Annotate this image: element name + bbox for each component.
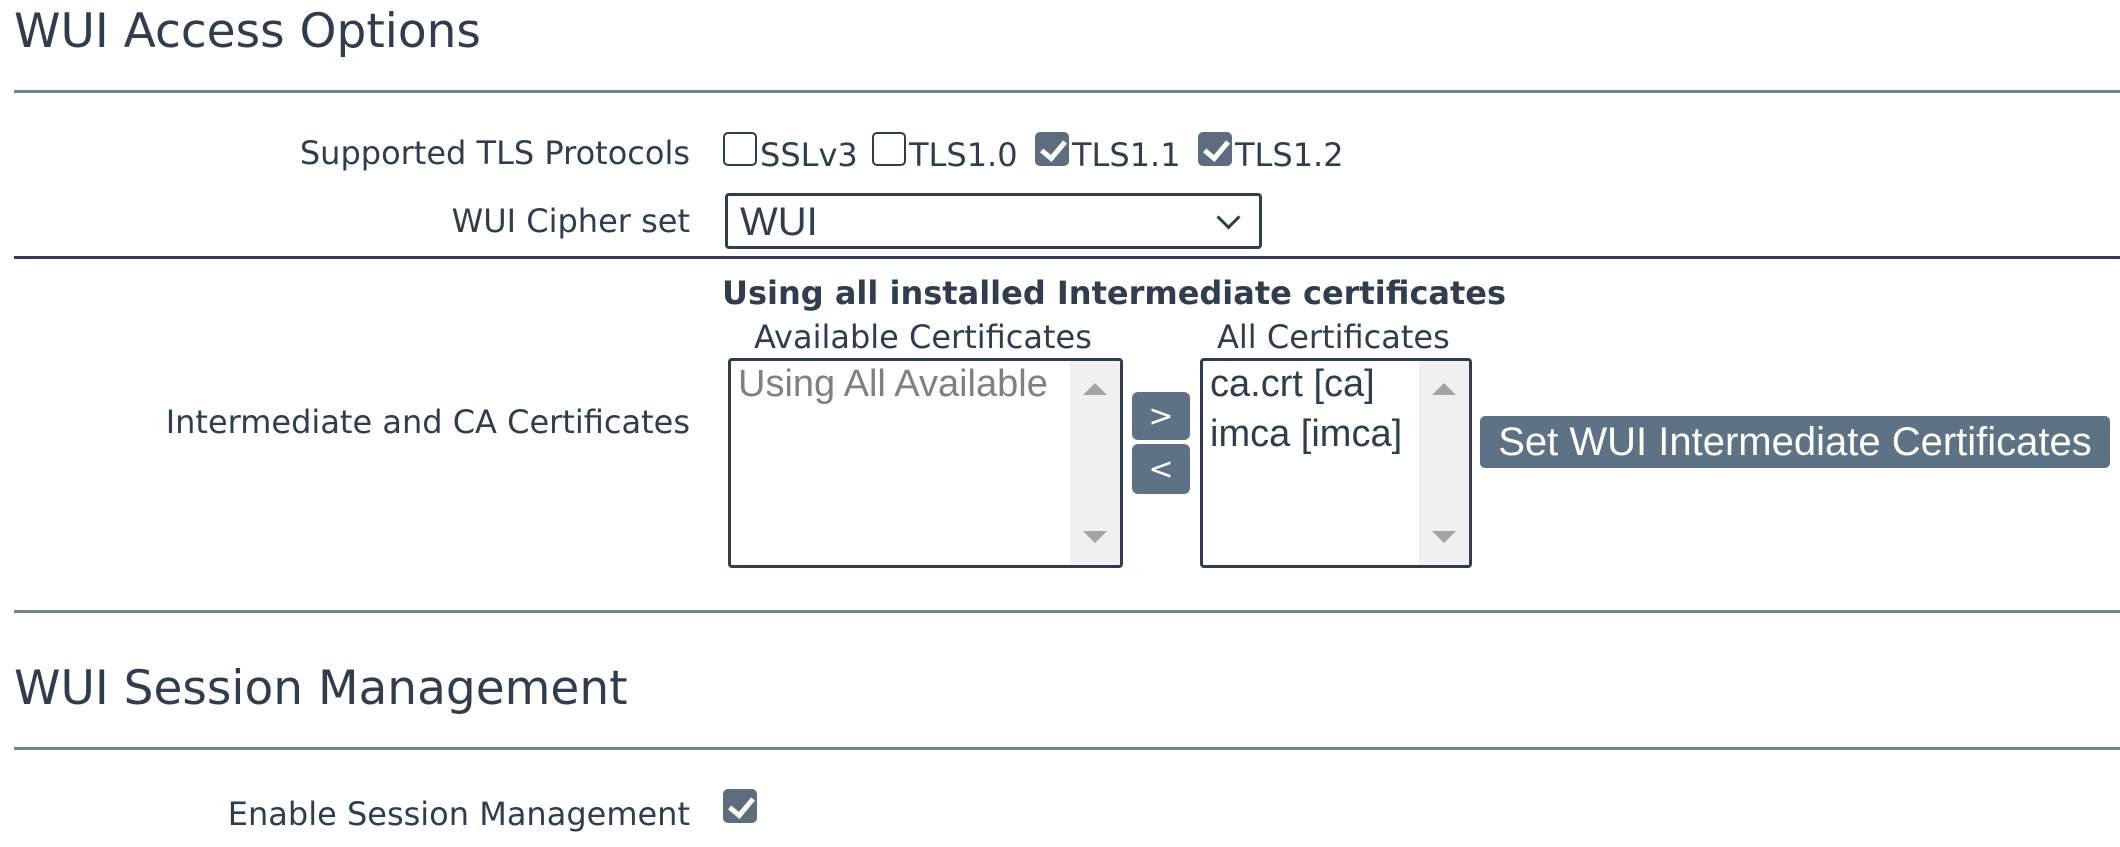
sslv3-checkbox[interactable] xyxy=(723,132,757,166)
scroll-down-icon[interactable] xyxy=(1432,531,1456,543)
enable-session-checkbox[interactable] xyxy=(723,789,757,823)
scroll-up-icon[interactable] xyxy=(1432,383,1456,395)
access-section-title: WUI Access Options xyxy=(14,4,481,59)
add-cert-button[interactable]: > xyxy=(1132,392,1190,440)
tls10-checkbox[interactable] xyxy=(872,132,906,166)
certs-label: Intermediate and CA Certificates xyxy=(165,403,690,441)
list-item[interactable]: Using All Available xyxy=(738,363,1048,406)
scroll-down-icon[interactable] xyxy=(1083,531,1107,543)
all-certs-listbox[interactable]: ca.crt [ca] imca [imca] xyxy=(1200,358,1472,568)
tls11-label: TLS1.1 xyxy=(1072,136,1181,174)
sslv3-label: SSLv3 xyxy=(760,136,858,174)
cipher-set-select[interactable]: WUI xyxy=(725,193,1262,249)
cipher-set-label: WUI Cipher set xyxy=(451,202,690,240)
list-item[interactable]: ca.crt [ca] xyxy=(1210,363,1375,406)
cipher-set-value: WUI xyxy=(740,200,818,244)
list-item[interactable]: imca [imca] xyxy=(1210,413,1402,456)
remove-cert-button[interactable]: < xyxy=(1132,444,1190,494)
tls12-checkbox[interactable] xyxy=(1198,132,1232,166)
chevron-down-icon xyxy=(1216,205,1241,230)
all-certs-header: All Certificates xyxy=(1217,318,1450,356)
certs-status-text: Using all installed Intermediate certifi… xyxy=(722,274,1507,312)
available-scrollbar[interactable] xyxy=(1070,361,1120,565)
cipher-divider xyxy=(14,256,2120,259)
available-certs-listbox[interactable]: Using All Available xyxy=(728,358,1123,568)
tls11-checkbox[interactable] xyxy=(1035,132,1069,166)
scroll-up-icon[interactable] xyxy=(1083,383,1107,395)
available-certs-header: Available Certificates xyxy=(754,318,1092,356)
tls12-label: TLS1.2 xyxy=(1235,136,1344,174)
certs-divider xyxy=(14,610,2120,613)
tls10-label: TLS1.0 xyxy=(909,136,1018,174)
tls-protocols-label: Supported TLS Protocols xyxy=(299,134,690,172)
enable-session-label: Enable Session Management xyxy=(227,795,690,833)
all-scrollbar[interactable] xyxy=(1419,361,1469,565)
access-title-divider xyxy=(14,90,2120,93)
set-intermediate-certs-button[interactable]: Set WUI Intermediate Certificates xyxy=(1480,416,2110,468)
session-section-title: WUI Session Management xyxy=(14,661,628,716)
session-title-divider xyxy=(14,747,2120,750)
